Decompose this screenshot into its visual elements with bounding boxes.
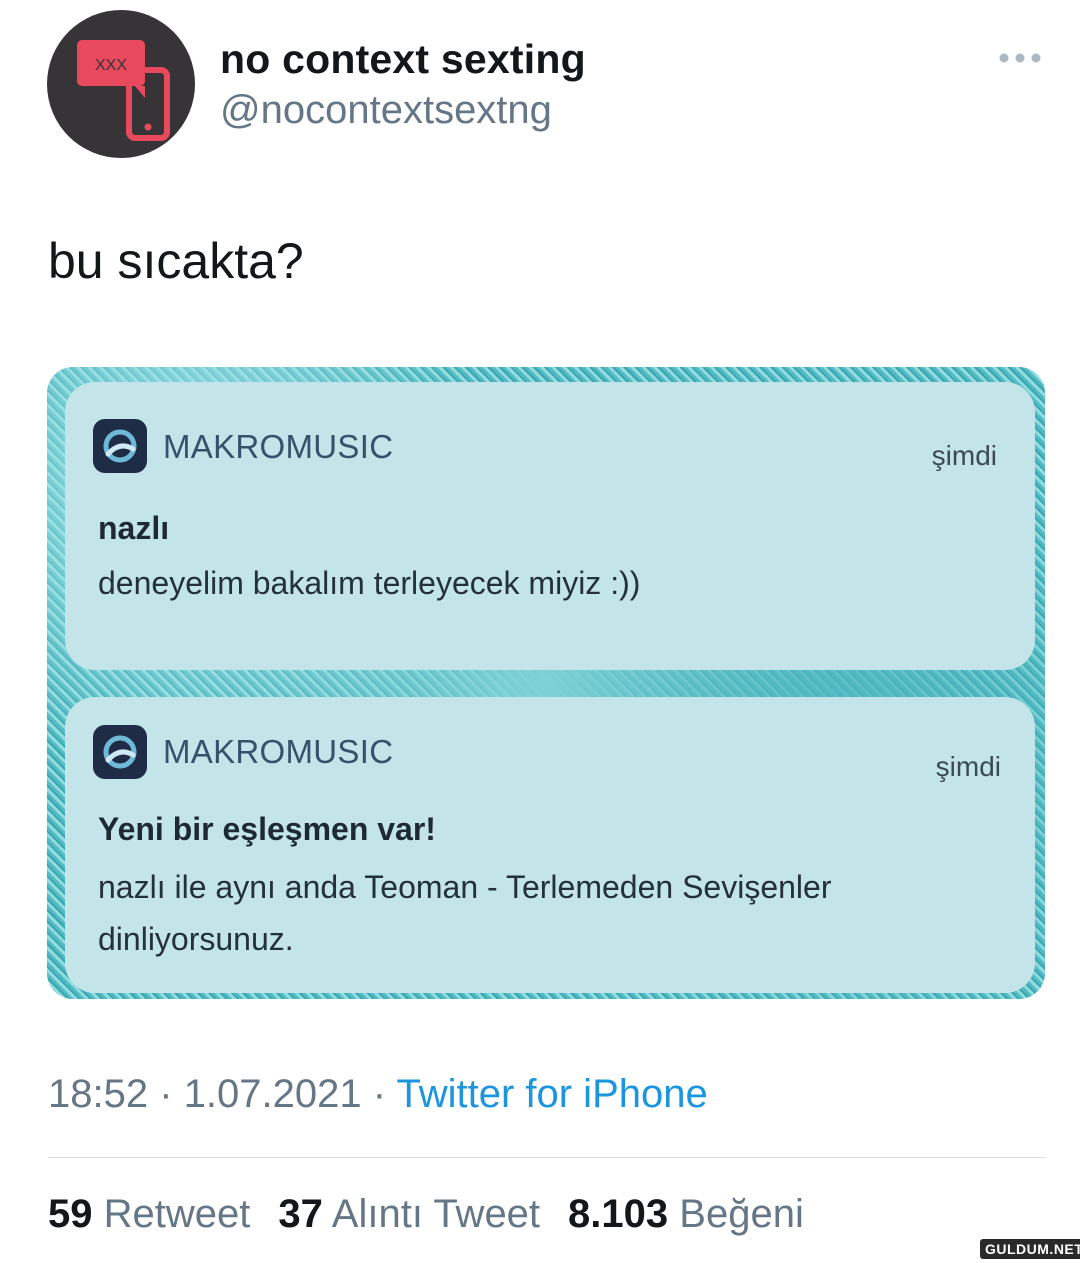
notification-title: Yeni bir eşleşmen var!	[98, 811, 436, 847]
notification-body: deneyelim bakalım terleyecek miyiz :))	[98, 565, 641, 601]
tweet-stats: 59 Retweet 37 Alıntı Tweet 8.103 Beğeni	[48, 1192, 804, 1237]
retweets-label: Retweet	[103, 1192, 251, 1236]
user-handle[interactable]: @nocontextsextng	[220, 88, 552, 133]
likes-label: Beğeni	[679, 1192, 804, 1236]
divider	[48, 1157, 1046, 1158]
ellipsis-icon[interactable]	[998, 48, 1042, 68]
retweets-count: 59	[48, 1192, 93, 1236]
notification-time: şimdi	[931, 440, 997, 471]
quotes-count: 37	[278, 1192, 323, 1236]
likes-count: 8.103	[568, 1192, 669, 1236]
likes-stat[interactable]: 8.103 Beğeni	[568, 1192, 804, 1236]
meta-separator: ·	[159, 1072, 173, 1116]
tweet-media-image[interactable]: MAKROMUSIC şimdi nazlı deneyelim bakalım…	[47, 367, 1045, 999]
phone-chat-icon: XXX	[77, 40, 170, 141]
notification-time: şimdi	[935, 751, 1001, 782]
tweet-date[interactable]: 1.07.2021	[184, 1072, 362, 1116]
tweet-meta: 18:52 · 1.07.2021 · Twitter for iPhone	[48, 1072, 708, 1117]
notification-title: nazlı	[98, 510, 170, 546]
meta-separator: ·	[372, 1072, 387, 1116]
tweet-text: bu sıcakta?	[48, 233, 304, 289]
retweets-stat[interactable]: 59 Retweet	[48, 1192, 250, 1236]
notification-body: nazlı ile aynı anda Teoman - Terlemeden …	[98, 869, 832, 957]
avatar-badge-text: XXX	[95, 57, 127, 74]
avatar[interactable]: XXX	[47, 10, 195, 158]
notification-card: MAKROMUSIC şimdi Yeni bir eşleşmen var! …	[65, 697, 1035, 993]
quotes-label: Alıntı Tweet	[331, 1192, 541, 1236]
notification-card: MAKROMUSIC şimdi nazlı deneyelim bakalım…	[65, 382, 1035, 670]
watermark: GULDUM.NET	[980, 1239, 1080, 1259]
display-name[interactable]: no context sexting	[220, 36, 586, 83]
quotes-stat[interactable]: 37 Alıntı Tweet	[278, 1192, 540, 1236]
notification-app-name: MAKROMUSIC	[163, 428, 394, 465]
makromusic-app-icon	[93, 725, 147, 779]
notification-app-name: MAKROMUSIC	[163, 733, 394, 770]
tweet-source-link[interactable]: Twitter for iPhone	[396, 1072, 707, 1116]
makromusic-app-icon	[93, 419, 147, 473]
tweet-time[interactable]: 18:52	[48, 1072, 148, 1116]
